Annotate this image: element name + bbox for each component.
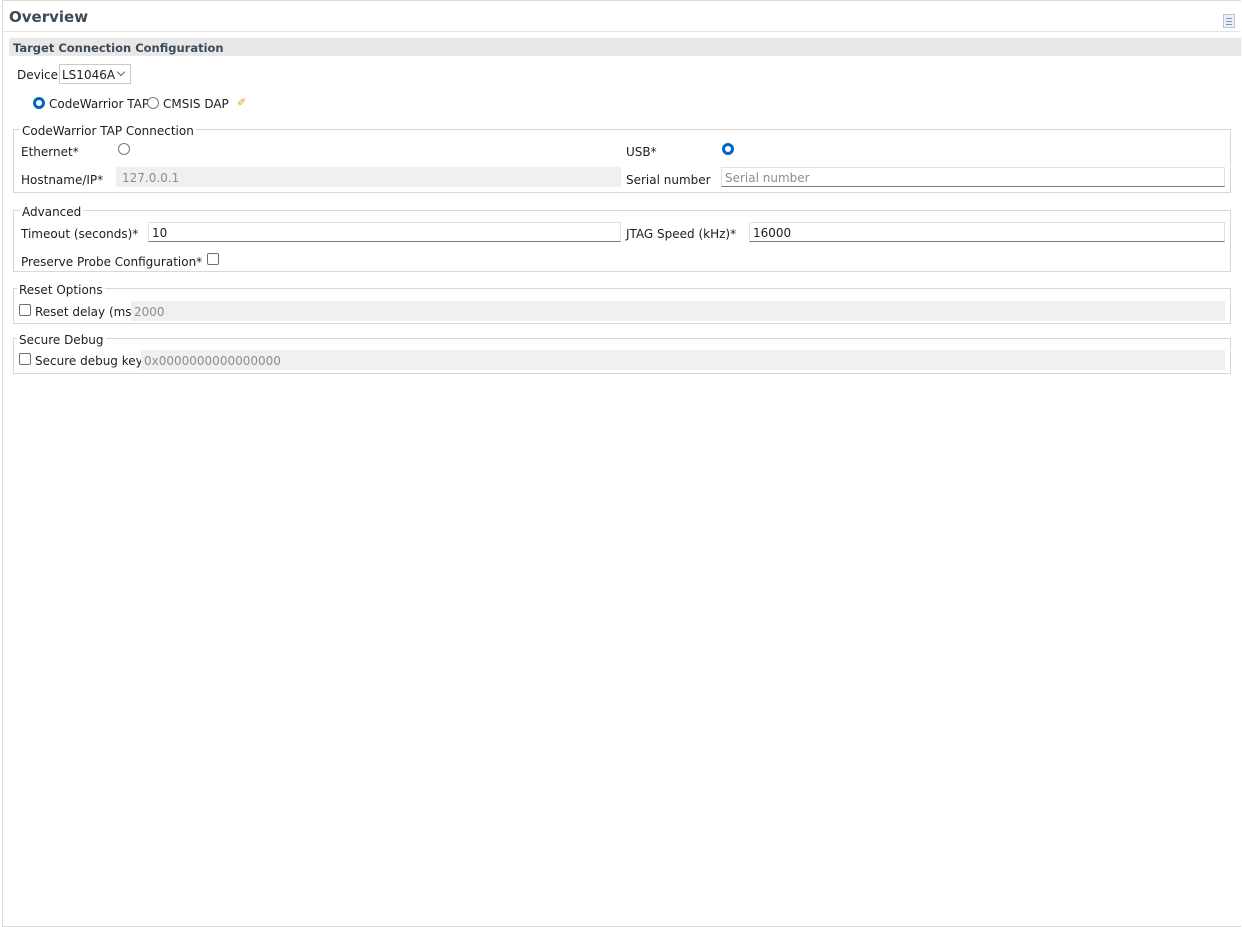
radio-cmsis-dap-label[interactable]: CMSIS DAP — [163, 97, 229, 111]
timeout-input[interactable]: 10 — [148, 222, 621, 242]
secure-debug-key-label[interactable]: Secure debug key: — [35, 354, 146, 368]
jtag-speed-input[interactable]: 16000 — [749, 222, 1225, 242]
serial-number-placeholder: Serial number — [725, 171, 810, 185]
hostname-value: 127.0.0.1 — [122, 171, 180, 185]
jtag-speed-label: JTAG Speed (kHz)* — [626, 227, 737, 241]
reset-delay-value: 2000 — [134, 305, 165, 319]
usb-label: USB* — [626, 145, 657, 159]
editor-frame: Overview Target Connection Configuration… — [2, 0, 1241, 927]
device-select-value: LS1046A — [62, 68, 116, 82]
jtag-speed-value: 16000 — [753, 226, 792, 240]
preserve-probe-label: Preserve Probe Configuration* — [21, 255, 203, 269]
section-header[interactable]: Target Connection Configuration — [9, 38, 1241, 56]
timeout-label: Timeout (seconds)* — [21, 227, 139, 241]
device-label: Device — [17, 68, 59, 82]
radio-cmsis-dap[interactable] — [147, 97, 159, 109]
secure-debug-key-value: 0x0000000000000000 — [144, 354, 281, 368]
radio-codewarrior-tap-label[interactable]: CodeWarrior TAP — [49, 97, 149, 111]
device-select[interactable]: LS1046A — [59, 64, 131, 84]
reset-delay-input: 2000 — [131, 301, 1225, 321]
secure-debug-key-input: 0x0000000000000000 — [141, 350, 1225, 370]
doc-icon[interactable] — [1223, 14, 1235, 28]
hostname-label: Hostname/IP* — [21, 173, 104, 187]
connection-legend: CodeWarrior TAP Connection — [20, 124, 196, 138]
radio-usb[interactable] — [722, 143, 734, 155]
preserve-probe-checkbox[interactable] — [207, 253, 219, 265]
hostname-input: 127.0.0.1 — [116, 167, 621, 187]
ethernet-label: Ethernet* — [21, 145, 79, 159]
serial-number-label: Serial number — [626, 173, 711, 187]
timeout-value: 10 — [152, 226, 168, 240]
chevron-down-icon — [116, 67, 126, 77]
secure-debug-legend: Secure Debug — [17, 333, 106, 347]
overview-header: Overview — [3, 1, 1241, 32]
reset-options-legend: Reset Options — [17, 283, 105, 297]
section-title: Target Connection Configuration — [13, 41, 224, 55]
radio-ethernet[interactable] — [118, 143, 130, 155]
reset-delay-checkbox[interactable] — [19, 304, 31, 316]
pin-icon[interactable]: ✐ — [237, 97, 249, 109]
secure-debug-checkbox[interactable] — [19, 353, 31, 365]
radio-codewarrior-tap[interactable] — [33, 97, 45, 109]
serial-number-input[interactable]: Serial number — [721, 167, 1225, 187]
reset-delay-label[interactable]: Reset delay (ms): — [35, 305, 140, 319]
page-title: Overview — [9, 8, 89, 26]
advanced-legend: Advanced — [20, 205, 84, 219]
